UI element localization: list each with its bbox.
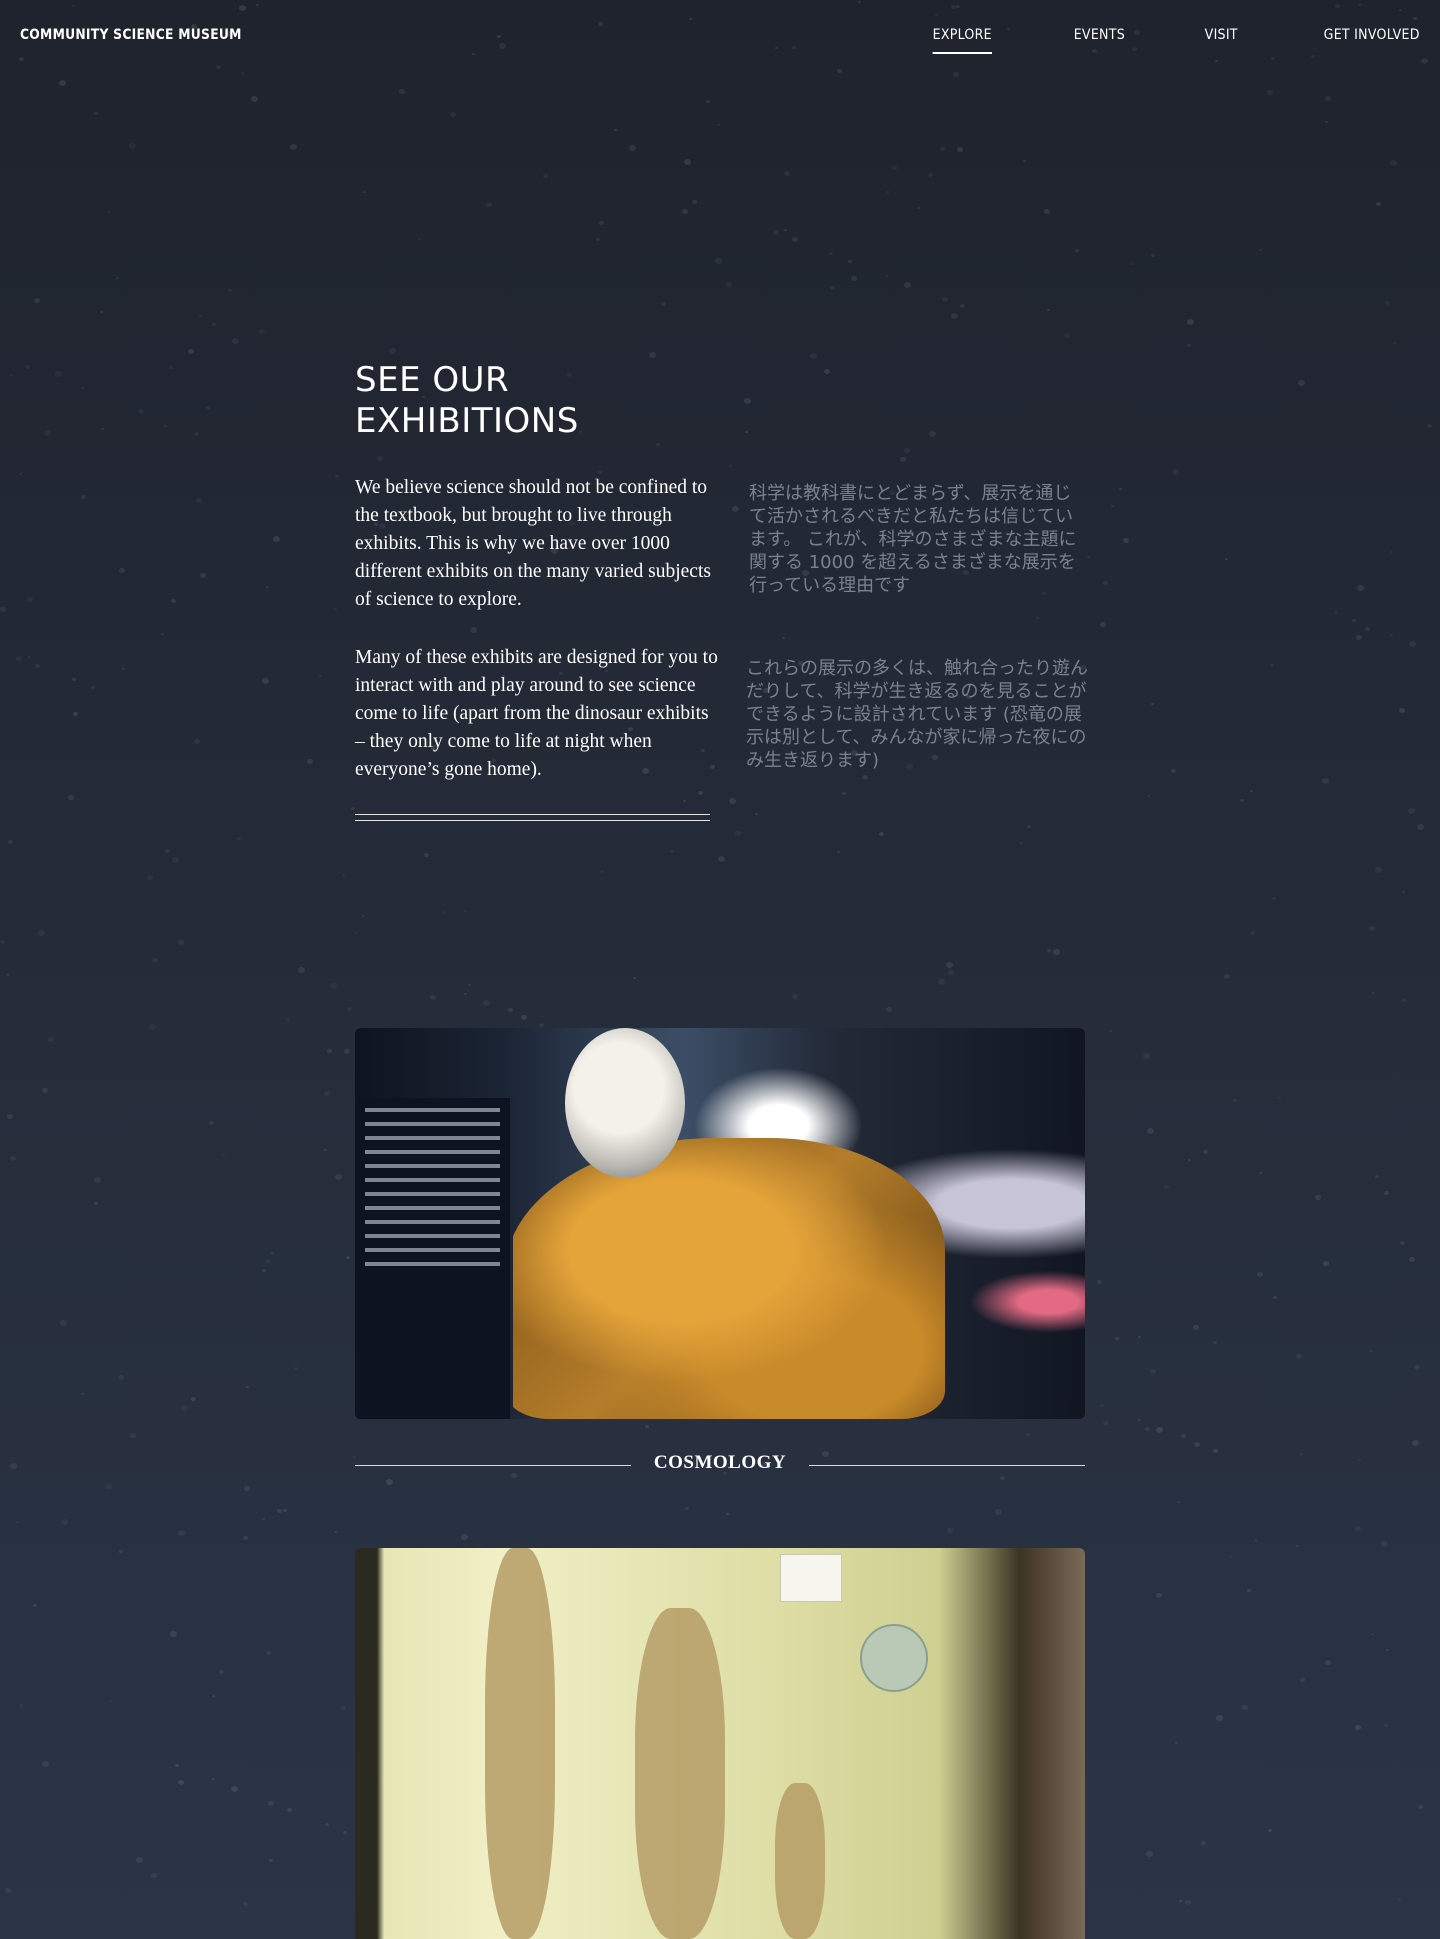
exhibit-caption-cosmology: COSMOLOGY [355,1450,1085,1480]
caption-line-right [809,1465,1085,1466]
intro-paragraph-en-1: We believe science should not be confine… [355,477,711,610]
intro-japanese-column: 科学は教科書にとどまらず、展示を通じて活かされるべきだと私たちは信じています。 … [746,482,1089,832]
exhibit-sign-shape [780,1554,842,1602]
astronaut-helmet-shape [565,1028,685,1178]
astronaut-suit-shape [505,1138,945,1419]
nav-item-explore[interactable]: EXPLORE [932,27,992,54]
intro-columns: We believe science should not be confine… [355,474,1088,834]
page-title: SEE OUR EXHIBITIONS [355,360,579,441]
double-divider [355,814,710,821]
nav-item-get-involved[interactable]: GET INVOLVED [1324,27,1420,43]
exhibit-badge-shape [860,1624,928,1692]
intro-paragraph-jp-1: 科学は教科書にとどまらず、展示を通じて活かされるべきだと私たちは信じています。 … [749,483,1077,596]
nav-item-events[interactable]: EVENTS [1073,27,1124,43]
skeleton-shape-tall [485,1548,555,1939]
intro-paragraph-jp-2: これらの展示の多くは、触れ合ったり遊んだりして、科学が生き返るのを見ることができ… [746,658,1088,771]
skeleton-shape-small [775,1783,825,1939]
nav-item-visit[interactable]: VISIT [1204,27,1237,43]
skeleton-shape-ape [635,1608,725,1939]
main-nav: EXPLORE EVENTS VISIT GET INVOLVED [850,27,1420,54]
intro-english-column: We believe science should not be confine… [355,474,720,821]
site-header: COMMUNITY SCIENCE MUSEUM EXPLORE EVENTS … [0,0,1440,72]
intro-paragraph-en-2: Many of these exhibits are designed for … [355,647,718,780]
exhibit-caption-label[interactable]: COSMOLOGY [355,1452,1085,1474]
cosmology-exhibit-photo[interactable] [355,1028,1085,1419]
skeletons-exhibit-photo[interactable] [355,1548,1085,1939]
site-logo[interactable]: COMMUNITY SCIENCE MUSEUM [20,27,242,43]
exhibitions-intro: SEE OUR EXHIBITIONS We believe science s… [355,360,1088,834]
exhibit-info-panel-shape [355,1098,513,1419]
